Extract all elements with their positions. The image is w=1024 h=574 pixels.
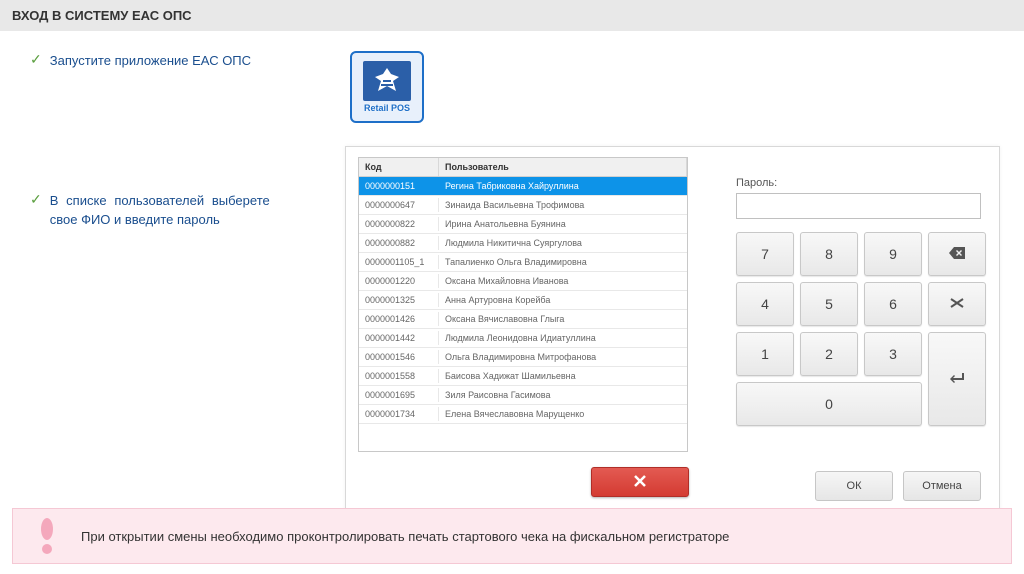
password-input[interactable]	[736, 193, 981, 219]
cell-code: 0000001695	[359, 388, 439, 402]
key-5[interactable]: 5	[800, 282, 858, 326]
table-row[interactable]: 0000001734Елена Вячеславовна Марущенко	[359, 405, 687, 424]
table-row[interactable]: 0000000647Зинаида Васильевна Трофимова	[359, 196, 687, 215]
ok-button[interactable]: ОК	[815, 471, 893, 501]
action-buttons: ОК Отмена	[815, 471, 981, 501]
instruction-1: ✓ Запустите приложение ЕАС ОПС	[30, 51, 994, 71]
login-panel: Код Пользователь 0000000151Регина Табрик…	[345, 146, 1000, 516]
key-1[interactable]: 1	[736, 332, 794, 376]
check-icon: ✓	[30, 191, 42, 208]
password-label: Пароль:	[736, 177, 981, 189]
cell-code: 0000000882	[359, 236, 439, 250]
cell-code: 0000001105_1	[359, 255, 439, 269]
close-button[interactable]	[591, 467, 689, 497]
cell-name: Ольга Владимировна Митрофанова	[439, 350, 687, 364]
enter-icon	[948, 371, 966, 388]
key-clear[interactable]	[928, 282, 986, 326]
cell-name: Анна Артуровна Корейба	[439, 293, 687, 307]
cell-name: Людмила Леонидовна Идиатуллина	[439, 331, 687, 345]
cell-name: Тапалиенко Ольга Владимировна	[439, 255, 687, 269]
cancel-button[interactable]: Отмена	[903, 471, 981, 501]
app-launcher-icon[interactable]: Retail POS	[350, 51, 424, 123]
table-row[interactable]: 0000001546Ольга Владимировна Митрофанова	[359, 348, 687, 367]
instruction-2-text: В списке пользователей выберете свое ФИО…	[50, 191, 270, 230]
cell-name: Ирина Анатольевна Буянина	[439, 217, 687, 231]
user-table: Код Пользователь 0000000151Регина Табрик…	[358, 157, 688, 452]
table-row[interactable]: 0000001695Зиля Раисовна Гасимова	[359, 386, 687, 405]
cell-name: Зиля Раисовна Гасимова	[439, 388, 687, 402]
clear-icon	[948, 296, 966, 313]
cell-code: 0000001426	[359, 312, 439, 326]
cell-name: Зинаида Васильевна Трофимова	[439, 198, 687, 212]
cell-name: Регина Табриковна Хайруллина	[439, 179, 687, 193]
cell-code: 0000000151	[359, 179, 439, 193]
cell-code: 0000001442	[359, 331, 439, 345]
cell-name: Елена Вячеславовна Марущенко	[439, 407, 687, 421]
instruction-1-text: Запустите приложение ЕАС ОПС	[50, 51, 251, 71]
key-4[interactable]: 4	[736, 282, 794, 326]
cell-code: 0000001220	[359, 274, 439, 288]
cell-code: 0000000647	[359, 198, 439, 212]
cell-name: Людмила Никитична Суяргулова	[439, 236, 687, 250]
th-name: Пользователь	[439, 158, 687, 176]
key-3[interactable]: 3	[864, 332, 922, 376]
backspace-icon	[948, 246, 966, 263]
key-backspace[interactable]	[928, 232, 986, 276]
cell-code: 0000001734	[359, 407, 439, 421]
table-row[interactable]: 0000001220Оксана Михайловна Иванова	[359, 272, 687, 291]
cell-code: 0000001325	[359, 293, 439, 307]
th-code: Код	[359, 158, 439, 176]
key-2[interactable]: 2	[800, 332, 858, 376]
table-row[interactable]: 0000001325Анна Артуровна Корейба	[359, 291, 687, 310]
key-0[interactable]: 0	[736, 382, 922, 426]
cell-code: 0000001546	[359, 350, 439, 364]
cell-name: Оксана Вячиславовна Глыга	[439, 312, 687, 326]
exclamation-icon	[31, 516, 63, 556]
table-row[interactable]: 0000000882Людмила Никитична Суяргулова	[359, 234, 687, 253]
cell-code: 0000000822	[359, 217, 439, 231]
check-icon: ✓	[30, 51, 42, 68]
content-area: ✓ Запустите приложение ЕАС ОПС ✓ В списк…	[0, 31, 1024, 300]
page-title: ВХОД В СИСТЕМУ ЕАС ОПС	[12, 8, 192, 23]
cell-name: Баисова Хадижат Шамильевна	[439, 369, 687, 383]
cell-code: 0000001558	[359, 369, 439, 383]
key-6[interactable]: 6	[864, 282, 922, 326]
key-9[interactable]: 9	[864, 232, 922, 276]
table-row[interactable]: 0000001442Людмила Леонидовна Идиатуллина	[359, 329, 687, 348]
table-row[interactable]: 0000000822Ирина Анатольевна Буянина	[359, 215, 687, 234]
app-icon-label: Retail POS	[364, 103, 410, 113]
key-7[interactable]: 7	[736, 232, 794, 276]
key-enter[interactable]	[928, 332, 986, 426]
table-row[interactable]: 0000001426Оксана Вячиславовна Глыга	[359, 310, 687, 329]
eagle-icon	[363, 61, 411, 101]
footer-message: При открытии смены необходимо проконтрол…	[81, 529, 729, 544]
cell-name: Оксана Михайловна Иванова	[439, 274, 687, 288]
table-row[interactable]: 0000001558Баисова Хадижат Шамильевна	[359, 367, 687, 386]
footer-note: При открытии смены необходимо проконтрол…	[12, 508, 1012, 564]
numeric-keypad: 7 8 9 4 5 6 1 2 3 0	[736, 232, 986, 426]
table-row[interactable]: 0000001105_1Тапалиенко Ольга Владимировн…	[359, 253, 687, 272]
close-icon	[633, 474, 647, 491]
password-section: Пароль:	[736, 177, 981, 219]
table-row[interactable]: 0000000151Регина Табриковна Хайруллина	[359, 177, 687, 196]
key-8[interactable]: 8	[800, 232, 858, 276]
page-header: ВХОД В СИСТЕМУ ЕАС ОПС	[0, 0, 1024, 31]
table-header-row: Код Пользователь	[359, 158, 687, 177]
